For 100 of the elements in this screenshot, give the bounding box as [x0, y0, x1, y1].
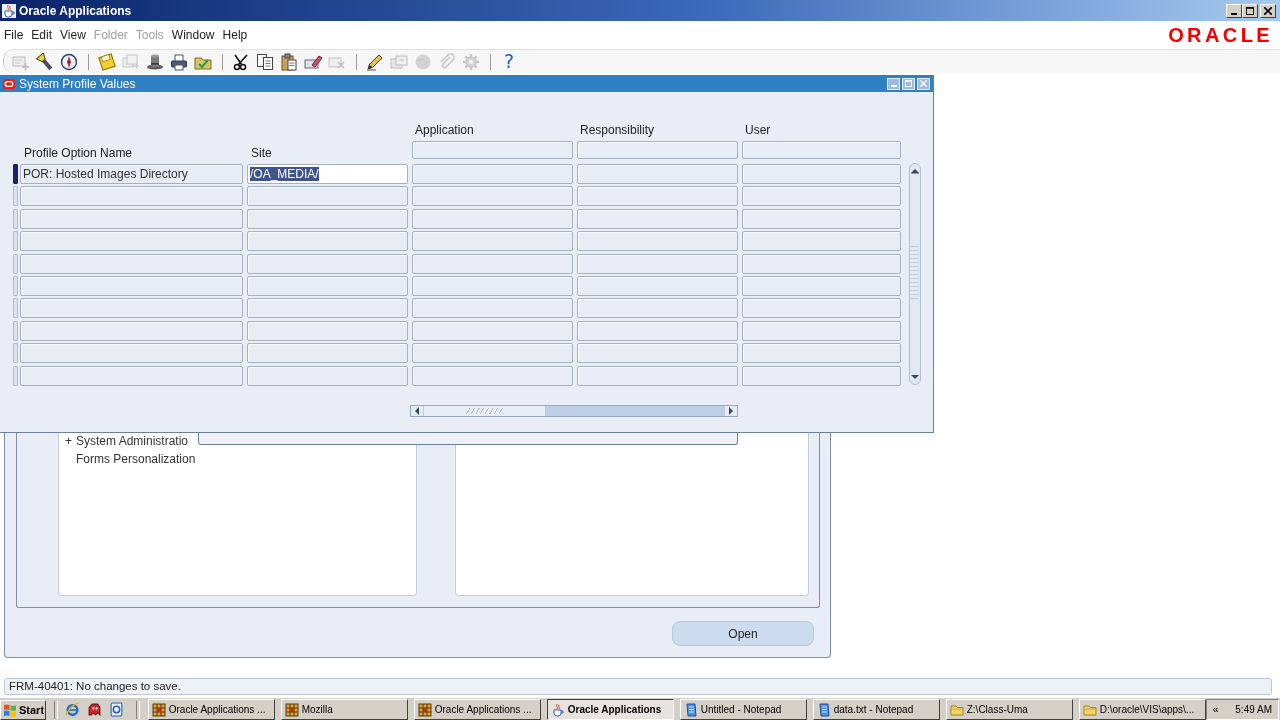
text-field[interactable] — [247, 298, 408, 319]
ring-orbit-icon[interactable] — [64, 702, 80, 717]
text-field[interactable]: /OA_MEDIA/ — [247, 164, 408, 184]
text-field[interactable] — [577, 298, 738, 319]
text-field[interactable] — [577, 365, 738, 386]
hat-icon[interactable] — [146, 52, 164, 71]
open-button[interactable]: Open — [672, 621, 814, 646]
taskbar-button[interactable]: data.txt - Notepad — [812, 699, 940, 720]
text-field[interactable] — [577, 186, 738, 207]
record-indicator[interactable] — [13, 164, 18, 184]
text-field[interactable] — [247, 208, 408, 229]
scrollbar-thumb[interactable] — [423, 405, 546, 416]
text-field[interactable] — [742, 231, 901, 252]
text-field[interactable] — [247, 275, 408, 296]
taskbar-button[interactable]: Oracle Applications — [546, 699, 674, 720]
text-field[interactable] — [577, 208, 738, 229]
text-field[interactable]: POR: Hosted Images Directory — [20, 164, 243, 184]
text-field[interactable] — [247, 231, 408, 252]
text-field[interactable] — [412, 320, 573, 341]
text-field[interactable] — [412, 164, 573, 184]
text-field[interactable] — [742, 365, 901, 386]
text-field[interactable] — [247, 343, 408, 364]
text-field[interactable] — [412, 208, 573, 229]
printer-icon[interactable] — [170, 52, 188, 71]
text-field[interactable] — [742, 186, 901, 207]
text-field[interactable] — [247, 186, 408, 207]
tree-item[interactable]: Forms Personalization — [76, 452, 196, 466]
record-indicator[interactable] — [13, 231, 18, 252]
text-field[interactable] — [577, 275, 738, 296]
chevron-button[interactable]: « — [1212, 704, 1219, 715]
text-field[interactable] — [20, 365, 243, 386]
clipboard-icon[interactable] — [280, 52, 298, 71]
record-indicator[interactable] — [13, 208, 18, 229]
flashlight-icon[interactable] — [36, 52, 54, 71]
text-field[interactable] — [577, 343, 738, 364]
record-indicator[interactable] — [13, 320, 18, 341]
copy-icon[interactable] — [256, 52, 274, 71]
text-field[interactable] — [577, 164, 738, 184]
record-indicator[interactable] — [13, 298, 18, 319]
text-field[interactable] — [577, 320, 738, 341]
record-indicator[interactable] — [13, 253, 18, 274]
text-field[interactable] — [412, 141, 573, 159]
scissors-icon[interactable] — [232, 52, 250, 71]
scroll-down-icon[interactable] — [911, 374, 919, 380]
text-field[interactable] — [20, 231, 243, 252]
text-field[interactable] — [742, 253, 901, 274]
menu-item[interactable]: File — [0, 28, 28, 42]
text-field[interactable] — [20, 343, 243, 364]
taskbar-button[interactable]: Oracle Applications ... — [413, 699, 541, 720]
menu-item[interactable]: Window — [167, 28, 219, 42]
help-button[interactable]: ? — [503, 52, 515, 71]
text-field[interactable] — [412, 231, 573, 252]
text-field[interactable] — [742, 320, 901, 341]
record-indicator[interactable] — [13, 365, 18, 386]
text-field[interactable] — [247, 320, 408, 341]
text-field[interactable] — [412, 298, 573, 319]
text-field[interactable] — [412, 253, 573, 274]
taskbar-button[interactable]: Z:\Class-Uma — [945, 699, 1073, 720]
text-field[interactable] — [20, 208, 243, 229]
menu-item[interactable]: Edit — [27, 28, 57, 42]
menu-item[interactable]: View — [56, 28, 90, 42]
record-indicator[interactable] — [13, 275, 18, 296]
text-field[interactable] — [247, 365, 408, 386]
scroll-left-icon[interactable] — [414, 406, 420, 415]
record-indicator[interactable] — [13, 343, 18, 364]
text-field[interactable] — [412, 365, 573, 386]
text-field[interactable] — [412, 275, 573, 296]
creature-icon[interactable] — [86, 702, 102, 717]
text-field[interactable] — [412, 186, 573, 207]
start-button[interactable]: Start — [0, 699, 46, 720]
text-field[interactable] — [742, 164, 901, 184]
compass-icon[interactable] — [60, 52, 78, 71]
text-field[interactable] — [247, 253, 408, 274]
taskbar-button[interactable]: D:\oracle\VIS\apps\... — [1078, 699, 1206, 720]
text-field[interactable] — [412, 343, 573, 364]
menu-item[interactable]: Help — [218, 28, 252, 42]
tree-item[interactable]: System Administratio — [76, 434, 189, 448]
text-field[interactable] — [742, 141, 901, 159]
text-field[interactable] — [742, 343, 901, 364]
expand-toggle[interactable]: + — [65, 435, 76, 447]
taskbar-button[interactable]: Untitled - Notepad — [679, 699, 807, 720]
record-indicator[interactable] — [13, 186, 18, 207]
text-field[interactable] — [20, 186, 243, 207]
taskbar-button[interactable]: Oracle Applications ... — [147, 699, 275, 720]
pencil-icon[interactable] — [366, 52, 384, 71]
text-field[interactable] — [742, 208, 901, 229]
text-field[interactable] — [20, 320, 243, 341]
text-field[interactable] — [742, 298, 901, 319]
text-field[interactable] — [577, 253, 738, 274]
scroll-up-icon[interactable] — [911, 168, 919, 174]
horizontal-scrollbar[interactable] — [410, 404, 738, 417]
text-field[interactable] — [20, 298, 243, 319]
vertical-scrollbar[interactable] — [909, 163, 921, 385]
text-field[interactable] — [20, 275, 243, 296]
text-field[interactable] — [577, 231, 738, 252]
text-field[interactable] — [20, 253, 243, 274]
text-field[interactable] — [577, 141, 738, 159]
taskbar-button[interactable]: Mozilla — [280, 699, 408, 720]
scroll-right-icon[interactable] — [728, 406, 734, 415]
text-field[interactable] — [742, 275, 901, 296]
